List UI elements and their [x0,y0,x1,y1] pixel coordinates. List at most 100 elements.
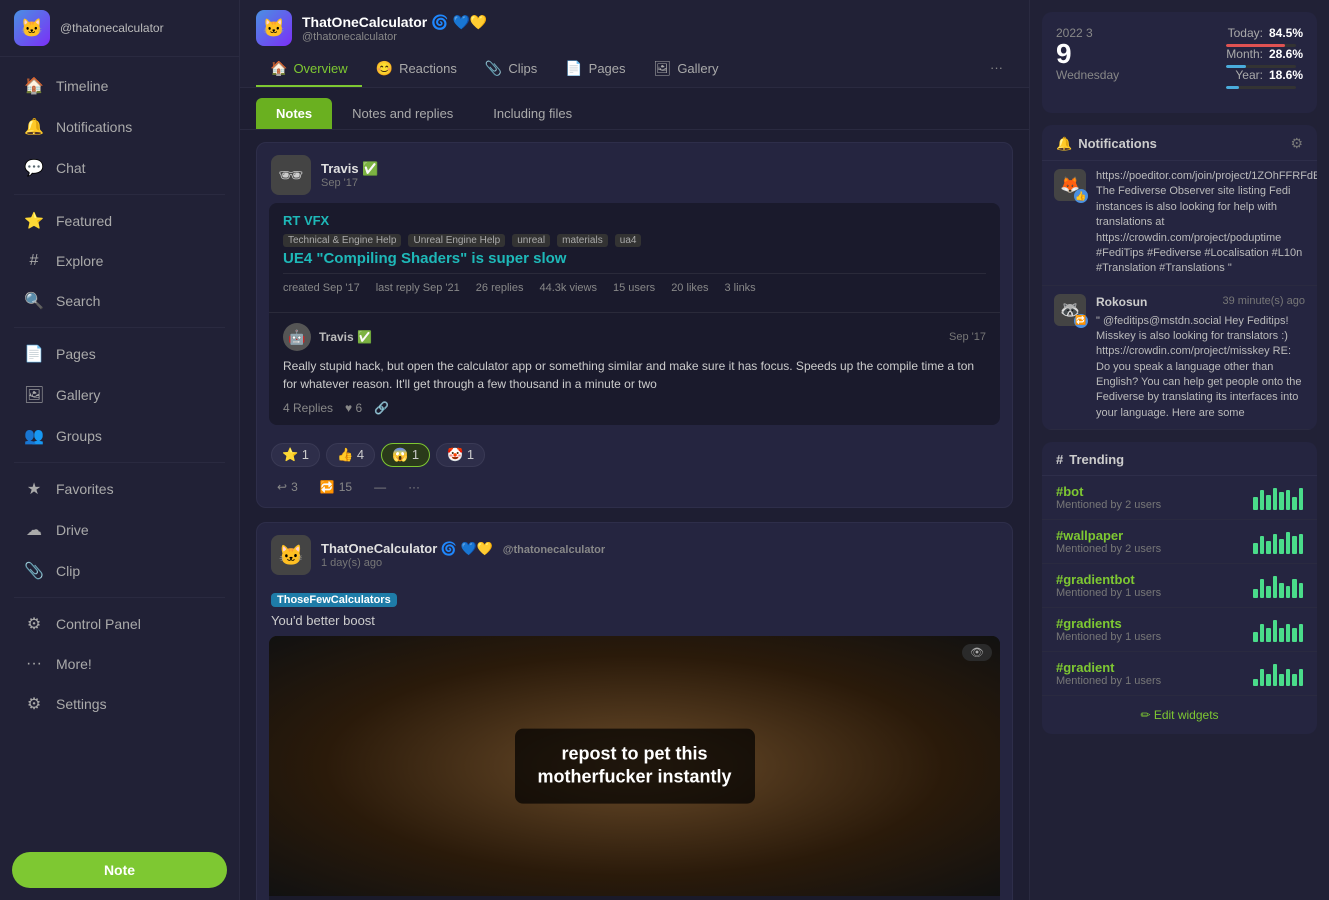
nav-divider [14,597,225,598]
profile-tab-overview[interactable]: 🏠Overview [256,52,362,87]
notifications-settings-gear[interactable]: ⚙ [1290,135,1303,152]
trending-tag-1: #wallpaper [1056,528,1243,543]
content-tab-notes[interactable]: Notes [256,98,332,129]
post-actions: ↩ 3 🔁 15 — ··· [257,471,1012,507]
reaction-🤡[interactable]: 🤡 1 [436,443,485,467]
post2-text: You'd better boost [257,607,1012,636]
clips-tab-icon: 📎 [485,60,502,77]
profile-name: ThatOneCalculator 🌀 💙💛 [302,14,1013,31]
profile-tab-clips[interactable]: 📎 Clips [471,52,551,87]
chart-bar [1273,488,1278,510]
sidebar-item-timeline[interactable]: 🏠Timeline [6,66,233,106]
video-controls: ▶ 0:00 / 0:03 🔊 ⛶ ⋮ [269,896,1000,900]
profile-tab-label-reactions: Reactions [399,61,457,76]
sidebar-item-more[interactable]: ···More! [6,645,233,683]
profile-tab-gallery[interactable]: 🖼Gallery [640,52,733,87]
post-embed[interactable]: RT VFX Technical & Engine Help Unreal En… [269,203,1000,425]
notif-badge-0: 👍 [1074,189,1088,203]
calendar-day-name: Wednesday [1056,68,1119,82]
trending-count-2: Mentioned by 1 users [1056,587,1243,599]
main-content: 🐱 ThatOneCalculator 🌀 💙💛 @thatonecalcula… [240,0,1029,900]
reaction-👍[interactable]: 👍 4 [326,443,375,467]
sidebar-item-favorites[interactable]: ★Favorites [6,469,233,509]
timeline-icon: 🏠 [24,76,44,96]
trending-item-0[interactable]: #bot Mentioned by 2 users [1042,476,1317,520]
nsfw-toggle[interactable]: 👁 [962,644,992,661]
more-action[interactable]: ··· [402,477,426,497]
gallery-tab-icon: 🖼 [654,60,672,77]
chart-bar [1299,624,1304,642]
trending-item-4[interactable]: #gradient Mentioned by 1 users [1042,652,1317,696]
sidebar-item-label-pages: Pages [56,346,96,362]
notif-badge-1: 🔁 [1074,314,1088,328]
embed-title[interactable]: UE4 "Compiling Shaders" is super slow [283,250,986,267]
chart-bar [1260,579,1265,598]
chart-bar [1279,674,1284,686]
reply-action[interactable]: ↩ 3 [271,477,304,497]
post-avatar: 🕶 [271,155,311,195]
trending-item-2[interactable]: #gradientbot Mentioned by 1 users [1042,564,1317,608]
sidebar-item-control-panel[interactable]: ⚙Control Panel [6,604,233,644]
trending-count-3: Mentioned by 1 users [1056,631,1243,643]
notif-text-0: https://poeditor.com/join/project/1ZOhFF… [1096,169,1317,277]
profile-tab-label-clips: Clips [508,61,537,76]
trending-item-1[interactable]: #wallpaper Mentioned by 2 users [1042,520,1317,564]
nav-divider [14,462,225,463]
chart-bar [1253,632,1258,642]
sidebar-item-explore[interactable]: #Explore [6,242,233,280]
sidebar-item-notifications[interactable]: 🔔Notifications [6,107,233,147]
sidebar-item-chat[interactable]: 💬Chat [6,148,233,188]
sidebar-username: @thatonecalculator [60,21,164,35]
sidebar-item-drive[interactable]: ☁Drive [6,510,233,550]
chart-bar [1260,490,1265,510]
chart-bar [1292,497,1297,510]
profile-top: 🐱 ThatOneCalculator 🌀 💙💛 @thatonecalcula… [256,0,1013,52]
trending-header: # Trending [1042,442,1317,476]
profile-tab-reactions[interactable]: 😊Reactions [362,52,471,87]
chart-bar [1273,576,1278,598]
trending-item-3[interactable]: #gradients Mentioned by 1 users [1042,608,1317,652]
chart-bar [1266,628,1271,642]
post-timestamp: Sep '17 [321,177,998,189]
sidebar: 🐱 @thatonecalculator 🏠Timeline🔔Notificat… [0,0,240,900]
chart-bar [1273,534,1278,554]
sidebar-item-search[interactable]: 🔍Search [6,281,233,321]
chart-bar [1266,674,1271,686]
boost-tag[interactable]: ThoseFewCalculators [271,593,397,607]
chart-bar [1260,669,1265,686]
content-tab-notes-replies[interactable]: Notes and replies [332,98,473,129]
react-action[interactable]: — [368,477,392,497]
reaction-😱[interactable]: 😱 1 [381,443,430,467]
trending-count-0: Mentioned by 2 users [1056,499,1243,511]
reply-header: 🤖 Travis ✅ Sep '17 [283,323,986,351]
embed-category: Technical & Engine Help Unreal Engine He… [283,234,986,246]
sidebar-item-groups[interactable]: 👥Groups [6,416,233,456]
reaction-⭐[interactable]: ⭐ 1 [271,443,320,467]
chart-bar [1260,624,1265,642]
boost-action[interactable]: 🔁 15 [314,477,358,497]
chart-bar [1253,497,1258,510]
chart-bar [1299,583,1304,598]
nav-divider [14,194,225,195]
sidebar-item-featured[interactable]: ⭐Featured [6,201,233,241]
chart-bar [1286,669,1291,686]
edit-widgets-button[interactable]: ✏ Edit widgets [1042,696,1317,734]
post2-header: 🐱 ThatOneCalculator 🌀 💙💛 @thatonecalcula… [257,523,1012,583]
profile-tab-more[interactable]: ··· [980,52,1013,87]
notification-item-0: 🦊 👍 https://poeditor.com/join/project/1Z… [1042,161,1317,286]
nav-divider [14,327,225,328]
trending-chart-4 [1253,662,1303,686]
profile-tab-pages[interactable]: 📄Pages [551,52,639,87]
trending-tag-2: #gradientbot [1056,572,1243,587]
calendar-stats: Today: 84.5% Month: 28.6% Year: 18.6% [1226,26,1303,89]
note-button[interactable]: Note [12,852,227,888]
sidebar-item-clip[interactable]: 📎Clip [6,551,233,591]
sidebar-item-settings[interactable]: ⚙Settings [6,684,233,724]
chat-icon: 💬 [24,158,44,178]
sidebar-item-label-search: Search [56,293,100,309]
sidebar-item-gallery[interactable]: 🖼Gallery [6,375,233,415]
content-tab-including-files[interactable]: Including files [473,98,592,129]
reply-author: Travis ✅ [319,330,372,344]
reply-count[interactable]: 4 Replies [283,401,333,415]
sidebar-item-pages[interactable]: 📄Pages [6,334,233,374]
